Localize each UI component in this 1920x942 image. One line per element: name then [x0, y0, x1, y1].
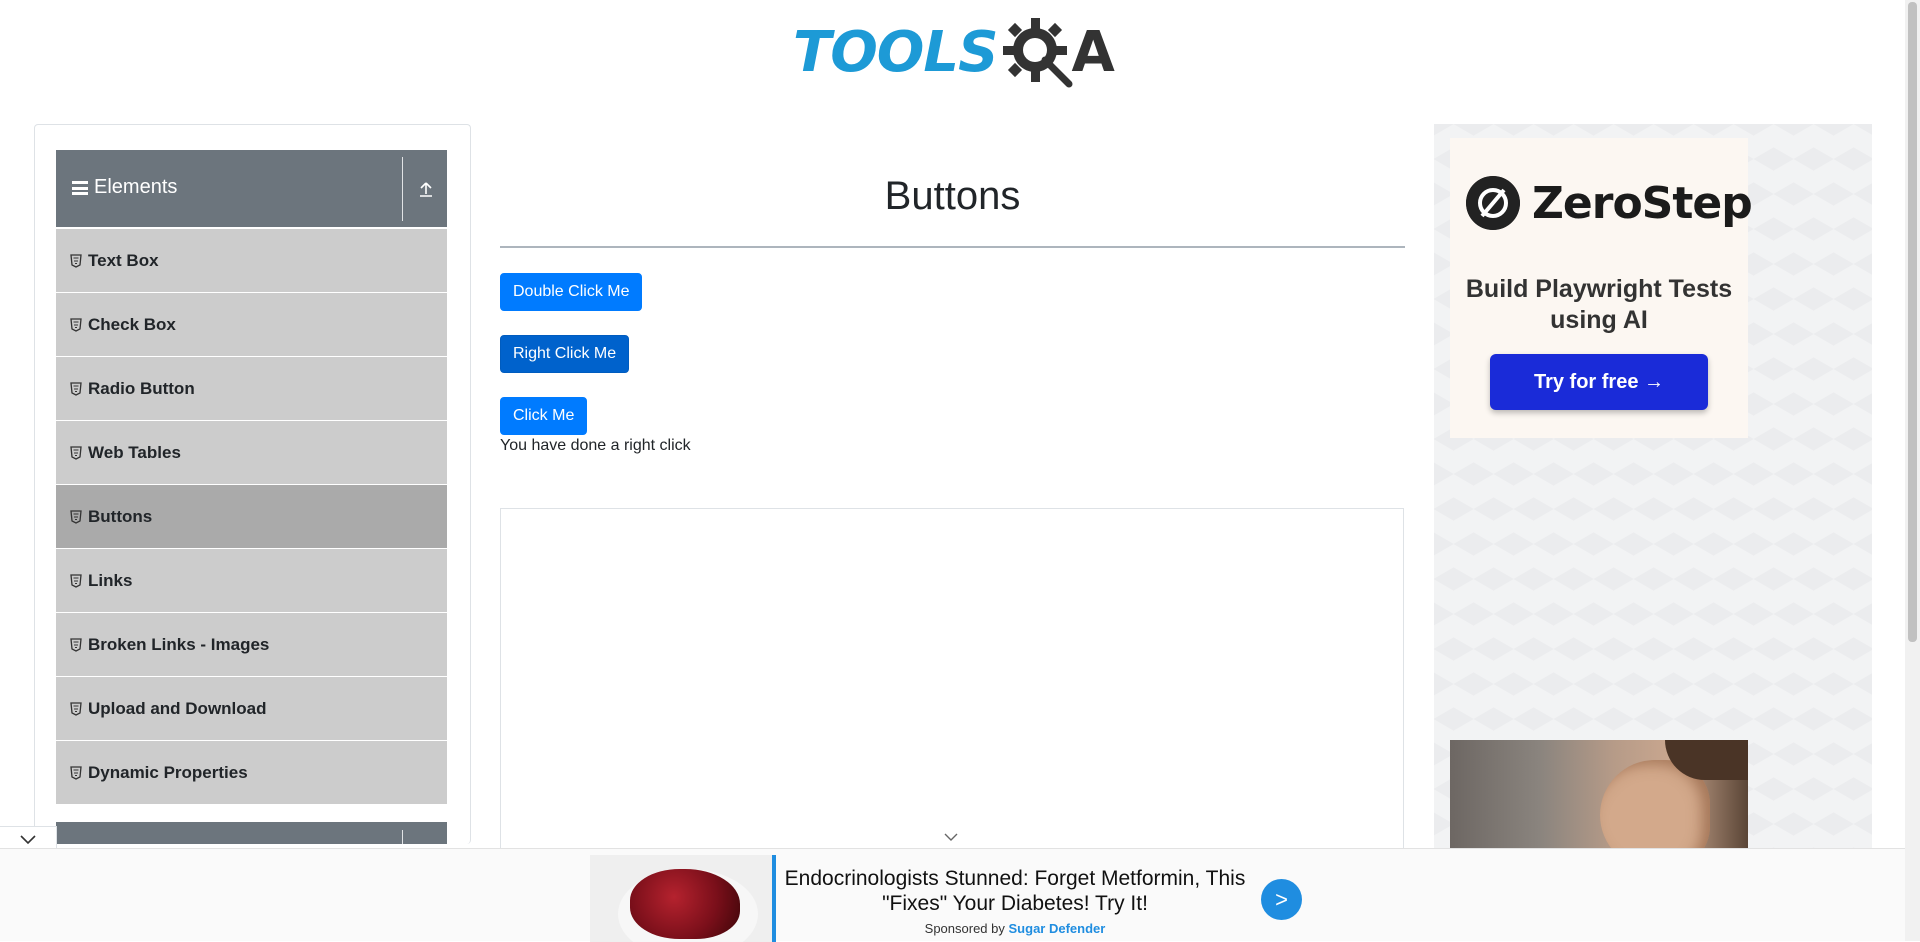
zerostep-logo-icon [1466, 176, 1520, 230]
sponsor-name-link[interactable]: Sugar Defender [1009, 921, 1106, 936]
sidebar-item-buttons[interactable]: Buttons [56, 485, 447, 549]
next-group-header[interactable] [56, 822, 447, 844]
sidebar-item-web-tables[interactable]: Web Tables [56, 421, 447, 485]
group-header-divider [402, 157, 403, 221]
right-click-result-message: You have done a right click [500, 437, 691, 454]
sidebar-item-upload-download[interactable]: Upload and Download [56, 677, 447, 741]
html5-shield-icon [70, 637, 82, 652]
html5-shield-icon [70, 701, 82, 716]
html5-shield-icon [70, 253, 82, 268]
sidebar-item-radio-button[interactable]: Radio Button [56, 357, 447, 421]
right-click-button[interactable]: Right Click Me [500, 335, 630, 373]
sidebar-item-label: Web Tables [88, 442, 181, 462]
sidebar-item-text-box[interactable]: Text Box [56, 229, 447, 293]
title-divider [500, 246, 1405, 248]
sidebar-item-label: Links [88, 570, 133, 590]
sidebar-item-label: Broken Links - Images [88, 634, 270, 654]
double-click-button[interactable]: Double Click Me [500, 273, 643, 311]
ad-placeholder-frame [500, 508, 1404, 853]
zerostep-brand: ZeroStep [1532, 178, 1753, 229]
html5-shield-icon [70, 573, 82, 588]
chevron-down-icon[interactable] [944, 833, 958, 842]
right-ad-column: ZeroStep Build Playwright Tests using AI… [1434, 124, 1872, 870]
jam-shape [630, 869, 740, 939]
chevron-down-icon [20, 834, 36, 844]
html5-shield-icon [70, 509, 82, 524]
elements-group-header[interactable]: Elements [56, 150, 447, 228]
logo-text-a: A [1071, 20, 1115, 85]
click-me-button[interactable]: Click Me [500, 397, 588, 435]
bottom-sticky-ad[interactable]: Endocrinologists Stunned: Forget Metform… [0, 848, 1905, 942]
ad-sponsor-line: Sponsored by Sugar Defender [780, 921, 1250, 936]
sidebar-item-links[interactable]: Links [56, 549, 447, 613]
ad-next-arrow-button[interactable]: > [1261, 879, 1302, 920]
site-header: TOOLS A [0, 0, 1905, 100]
gear-magnifier-icon [1003, 18, 1073, 88]
toolsqa-logo[interactable]: TOOLS A [793, 14, 1115, 92]
left-sidebar: Elements Text Box Check Box Radio Button… [34, 124, 471, 844]
html5-shield-icon [70, 765, 82, 780]
scrollbar-thumb[interactable] [1908, 2, 1917, 642]
page-scrollbar[interactable] [1905, 0, 1920, 941]
html5-shield-icon [70, 317, 82, 332]
sidebar-item-broken-links[interactable]: Broken Links - Images [56, 613, 447, 677]
zerostep-tagline: Build Playwright Tests using AI [1465, 275, 1733, 334]
sidebar-item-label: Upload and Download [88, 698, 267, 718]
sidebar-item-dynamic-properties[interactable]: Dynamic Properties [56, 741, 447, 805]
sidebar-item-label: Check Box [88, 314, 176, 334]
sidebar-item-label: Text Box [88, 250, 159, 270]
sidebar-item-check-box[interactable]: Check Box [56, 293, 447, 357]
group-header-divider [402, 830, 403, 844]
page-title: Buttons [884, 174, 1021, 218]
sidebar-item-label: Dynamic Properties [88, 762, 248, 782]
sidebar-item-label: Buttons [88, 506, 153, 526]
html5-shield-icon [70, 381, 82, 396]
collapse-up-icon[interactable] [418, 180, 434, 198]
elements-group-title: Elements [94, 176, 178, 198]
hamburger-icon [72, 181, 88, 195]
elements-menu-list: Text Box Check Box Radio Button Web Tabl… [56, 229, 447, 805]
sidebar-item-label: Radio Button [88, 378, 195, 398]
logo-text-tools: TOOLS [793, 20, 998, 85]
try-for-free-button[interactable]: Try for free → [1490, 354, 1708, 410]
zerostep-ad[interactable]: ZeroStep Build Playwright Tests using AI… [1450, 138, 1753, 438]
ear-ad-image[interactable] [1450, 740, 1748, 870]
jam-ad-image[interactable] [590, 855, 772, 942]
ad-accent-bar [772, 855, 776, 942]
ad-headline[interactable]: Endocrinologists Stunned: Forget Metform… [780, 866, 1250, 916]
sponsored-by-label: Sponsored by [924, 921, 1005, 936]
html5-shield-icon [70, 445, 82, 460]
